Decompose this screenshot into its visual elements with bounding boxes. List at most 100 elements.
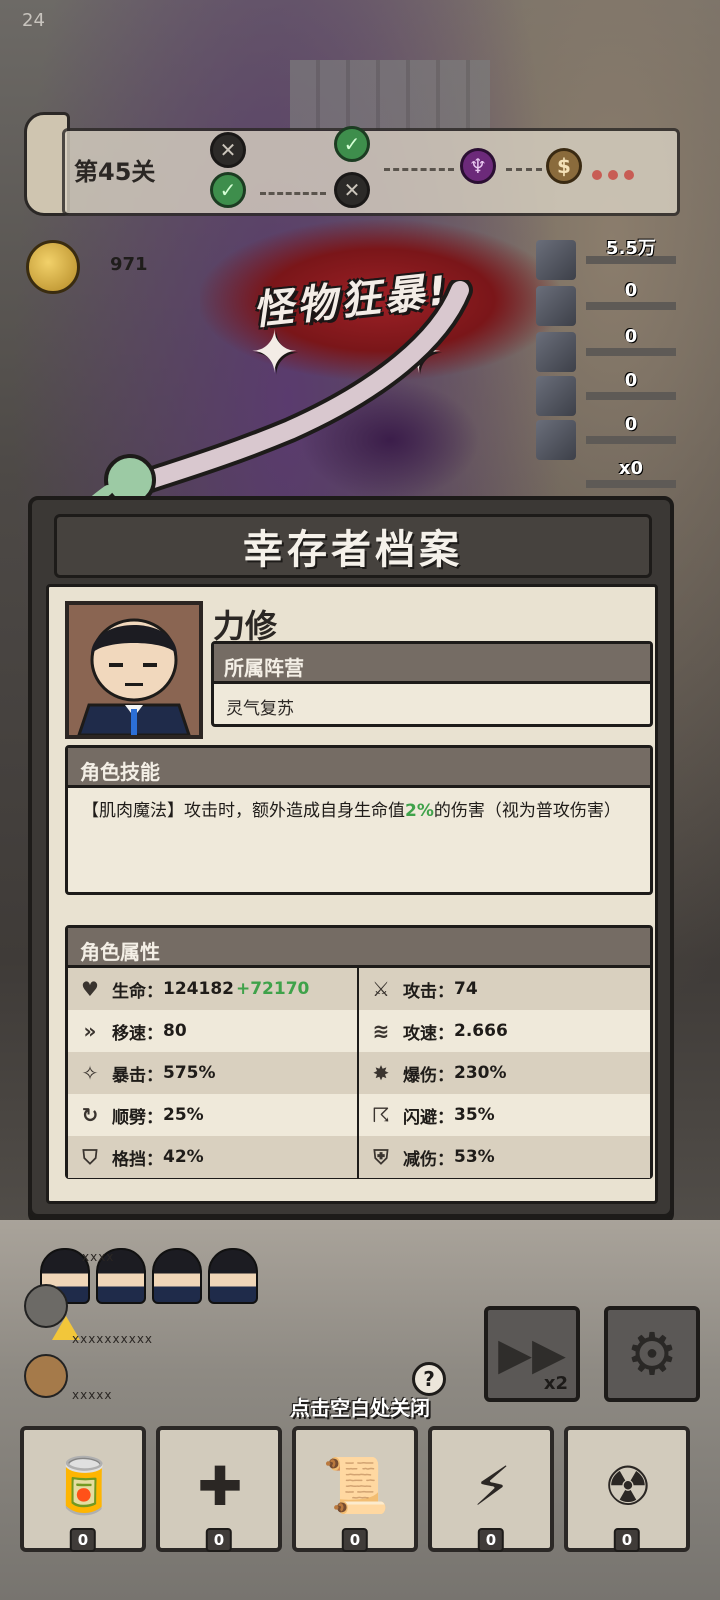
- speed-multiplier: x2: [543, 1373, 568, 1394]
- attr-label: 暴击：: [112, 1065, 163, 1086]
- attr-label: 爆伤：: [403, 1065, 454, 1086]
- modal-title-bar: 幸存者档案: [54, 514, 652, 578]
- stage-node-checkmark-icon: ✓: [334, 126, 370, 162]
- attr-attack-speed: ≋ 攻速： 2.666: [359, 1010, 650, 1052]
- nuke-bomb-icon: ☢: [603, 1454, 653, 1518]
- attr-value: 230%: [454, 1063, 507, 1083]
- enemy-thumbnail: [536, 420, 576, 460]
- faction-box: 所属阵营 灵气复苏: [211, 641, 653, 727]
- crit-icon: ✧: [81, 1061, 99, 1085]
- crit-damage-icon: ✸: [372, 1061, 390, 1085]
- attr-label: 减伤：: [403, 1149, 454, 1170]
- attr-value: 53%: [454, 1147, 495, 1167]
- enemy-row: 0: [536, 280, 676, 326]
- attr-value: 25%: [163, 1105, 204, 1125]
- star-burst-icon: ✦: [394, 318, 443, 386]
- level-label: 第45关: [74, 158, 156, 186]
- progress-dot: [624, 170, 634, 180]
- progress-dot: [608, 170, 618, 180]
- attr-cleave: ↻ 顺劈： 25%: [68, 1094, 359, 1136]
- skill-highlight: 2%: [405, 801, 434, 821]
- path-dash: [260, 192, 326, 195]
- enemy-count: x0: [618, 458, 644, 479]
- attr-crit-damage: ✸ 爆伤： 230%: [359, 1052, 650, 1094]
- skill-description: 【肌肉魔法】攻击时，额外造成自身生命值2%的伤害（视为普攻伤害）: [68, 788, 650, 834]
- damage-reduction-icon: ⛨: [373, 1145, 389, 1169]
- attr-label: 生命：: [112, 981, 163, 1002]
- enemy-thumbnail: [536, 240, 576, 280]
- enemy-count: 0: [624, 414, 638, 435]
- team-member-avatar: [152, 1248, 202, 1304]
- survivor-profile-modal: 幸存者档案 力修 所属阵营 灵气复苏 角色技能 【肌肉魔法】攻击时，额外造成自身…: [28, 496, 674, 1218]
- skill-heading: 角色技能: [68, 748, 650, 788]
- attribute-section: 角色属性 ♥ 生命： 124182 +72170 ⚔ 攻击： 74 » 移速：: [65, 925, 653, 1179]
- enemy-row: 0: [536, 370, 676, 416]
- enemy-count: 5.5万: [606, 238, 656, 259]
- heart-icon: ♥: [81, 977, 99, 1001]
- stage-node-crossed-swords-icon: ✕: [210, 132, 246, 168]
- enemy-row: 5.5万: [536, 238, 676, 280]
- team-label: xxxx: [82, 1250, 115, 1264]
- attr-label: 攻击：: [403, 981, 454, 1002]
- item-count: 0: [613, 1528, 641, 1552]
- status-bar-time: 24: [22, 10, 45, 31]
- first-aid-kit-icon: ✚: [197, 1454, 243, 1518]
- item-slot-bomb[interactable]: ☢ 0: [564, 1426, 690, 1552]
- item-slot-talisman[interactable]: ⚡ 0: [428, 1426, 554, 1552]
- item-slot-scroll[interactable]: 📜 0: [292, 1426, 418, 1552]
- attr-value: 74: [454, 979, 478, 999]
- attr-bonus: +72170: [235, 979, 310, 999]
- sword-icon: ⚔: [372, 977, 390, 1001]
- enemy-bar: [586, 436, 676, 444]
- character-portrait: [65, 601, 203, 739]
- team-row: [40, 1248, 258, 1304]
- pet-label: xxxxxxxxxx: [72, 1332, 154, 1346]
- faction-value: 灵气复苏: [226, 699, 294, 719]
- coin-icon: [26, 240, 80, 294]
- enemy-row: 0: [536, 414, 676, 460]
- enemy-count: 0: [624, 280, 638, 301]
- path-dash: [506, 168, 542, 171]
- stage-node-boss-demon-icon: ♆: [460, 148, 496, 184]
- scroll-map-icon: 📜: [322, 1454, 390, 1517]
- attr-label: 顺劈：: [112, 1107, 163, 1128]
- attr-label: 移速：: [112, 1023, 163, 1044]
- speed-toggle-button[interactable]: ▶▶ x2: [484, 1306, 580, 1402]
- attr-label: 闪避：: [403, 1107, 454, 1128]
- attr-value: 2.666: [454, 1021, 508, 1041]
- item-slot-cola[interactable]: 🥫 0: [20, 1426, 146, 1552]
- settings-button[interactable]: ⚙: [604, 1306, 700, 1402]
- city-skyline: [290, 60, 490, 130]
- attr-crit: ✧ 暴击： 575%: [68, 1052, 359, 1094]
- faction-label: 所属阵营: [214, 644, 650, 684]
- attr-dodge: ☈ 闪避： 35%: [359, 1094, 650, 1136]
- attr-move-speed: » 移速： 80: [68, 1010, 359, 1052]
- path-dash: [384, 168, 454, 171]
- enemy-bar: [586, 302, 676, 310]
- character-portrait-art: [69, 605, 199, 735]
- attribute-grid: ♥ 生命： 124182 +72170 ⚔ 攻击： 74 » 移速： 80 ≋ …: [68, 968, 650, 1178]
- enemy-row: 0: [536, 326, 676, 372]
- coin-value: 971: [110, 254, 148, 275]
- enemy-bar: [586, 392, 676, 400]
- attr-value: 575%: [163, 1063, 216, 1083]
- stage-node-money-bag-icon: $: [546, 148, 582, 184]
- profile-paper: 力修 所属阵营 灵气复苏 角色技能 【肌肉魔法】攻击时，额外造成自身生命值2%的…: [46, 584, 658, 1204]
- dodge-icon: ☈: [372, 1103, 390, 1127]
- attr-value: 124182: [163, 979, 234, 999]
- help-icon[interactable]: ?: [412, 1362, 446, 1396]
- shield-icon: ⛉: [82, 1145, 98, 1169]
- skill-text-before: 【肌肉魔法】攻击时，额外造成自身生命值: [82, 801, 405, 821]
- item-slot-first-aid[interactable]: ✚ 0: [156, 1426, 282, 1552]
- stage-node-crossed-swords-icon: ✕: [334, 172, 370, 208]
- attr-block: ⛉ 格挡： 42%: [68, 1136, 359, 1178]
- enemy-count: 0: [624, 370, 638, 391]
- attr-label: 攻速：: [403, 1023, 454, 1044]
- fast-forward-icon: ▶▶: [498, 1328, 566, 1380]
- speed-icon: »: [83, 1019, 97, 1043]
- attr-value: 42%: [163, 1147, 204, 1167]
- attr-value: 35%: [454, 1105, 495, 1125]
- cleave-icon: ↻: [81, 1103, 99, 1127]
- item-count: 0: [477, 1528, 505, 1552]
- attr-value: 80: [163, 1021, 187, 1041]
